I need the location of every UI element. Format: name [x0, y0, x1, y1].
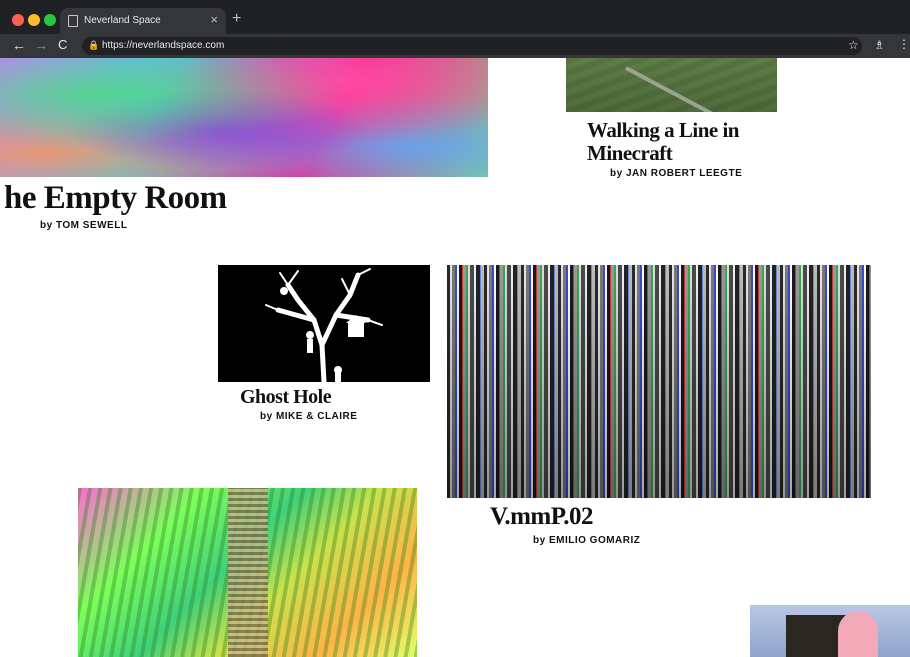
- browser-tab[interactable]: Neverland Space ×: [60, 8, 226, 34]
- address-bar[interactable]: 🔒 https://neverlandspace.com: [82, 37, 862, 55]
- document-icon: [68, 15, 78, 27]
- browser-toolbar: ← → C 🔒 https://neverlandspace.com ☆ ♗ ⋮: [0, 34, 910, 58]
- artwork-empty-room-image[interactable]: [0, 58, 488, 177]
- extension-icon[interactable]: ♗: [874, 38, 885, 52]
- tree-icon: [265, 268, 383, 382]
- reload-button[interactable]: C: [58, 37, 67, 52]
- work-title-empty-room[interactable]: he Empty Room: [4, 180, 227, 217]
- artwork-vmmp-image[interactable]: [447, 265, 871, 498]
- forward-button[interactable]: →: [34, 37, 48, 53]
- tab-title: Neverland Space: [84, 15, 161, 26]
- artwork-tunnel-image[interactable]: [78, 488, 417, 657]
- artwork-minecraft-image[interactable]: [566, 58, 777, 112]
- vmmp-shading: [447, 265, 871, 498]
- work-title-minecraft-line2[interactable]: Minecraft: [587, 141, 673, 166]
- url-text[interactable]: https://neverlandspace.com: [102, 40, 224, 51]
- corner-pink-shape: [838, 611, 878, 657]
- tunnel-center: [228, 488, 268, 657]
- work-title-minecraft-line1[interactable]: Walking a Line in: [587, 118, 739, 143]
- close-tab-icon[interactable]: ×: [210, 12, 218, 27]
- work-title-vmmp[interactable]: V.mmP.02: [490, 503, 593, 531]
- work-byline-empty-room: by TOM SEWELL: [40, 220, 128, 231]
- lock-icon: 🔒: [88, 40, 100, 50]
- minecraft-path: [625, 66, 733, 112]
- browser-tab-bar: Neverland Space × +: [0, 0, 910, 34]
- work-byline-ghost-hole: by MIKE & CLAIRE: [260, 411, 358, 422]
- browser-menu-icon[interactable]: ⋮: [898, 37, 910, 51]
- minimize-window-button[interactable]: [28, 14, 40, 26]
- page-content: he Empty Room by TOM SEWELL Walking a Li…: [0, 58, 910, 657]
- new-tab-button[interactable]: +: [232, 10, 241, 28]
- back-button[interactable]: ←: [12, 37, 26, 53]
- maximize-window-button[interactable]: [44, 14, 56, 26]
- work-byline-vmmp: by EMILIO GOMARIZ: [533, 535, 641, 546]
- artwork-ghost-hole-image[interactable]: [218, 265, 430, 382]
- artwork-corner-image[interactable]: [750, 605, 910, 657]
- work-byline-minecraft: by JAN ROBERT LEEGTE: [610, 168, 743, 179]
- close-window-button[interactable]: [12, 14, 24, 26]
- work-title-ghost-hole[interactable]: Ghost Hole: [240, 386, 332, 409]
- bookmark-star-icon[interactable]: ☆: [848, 38, 859, 52]
